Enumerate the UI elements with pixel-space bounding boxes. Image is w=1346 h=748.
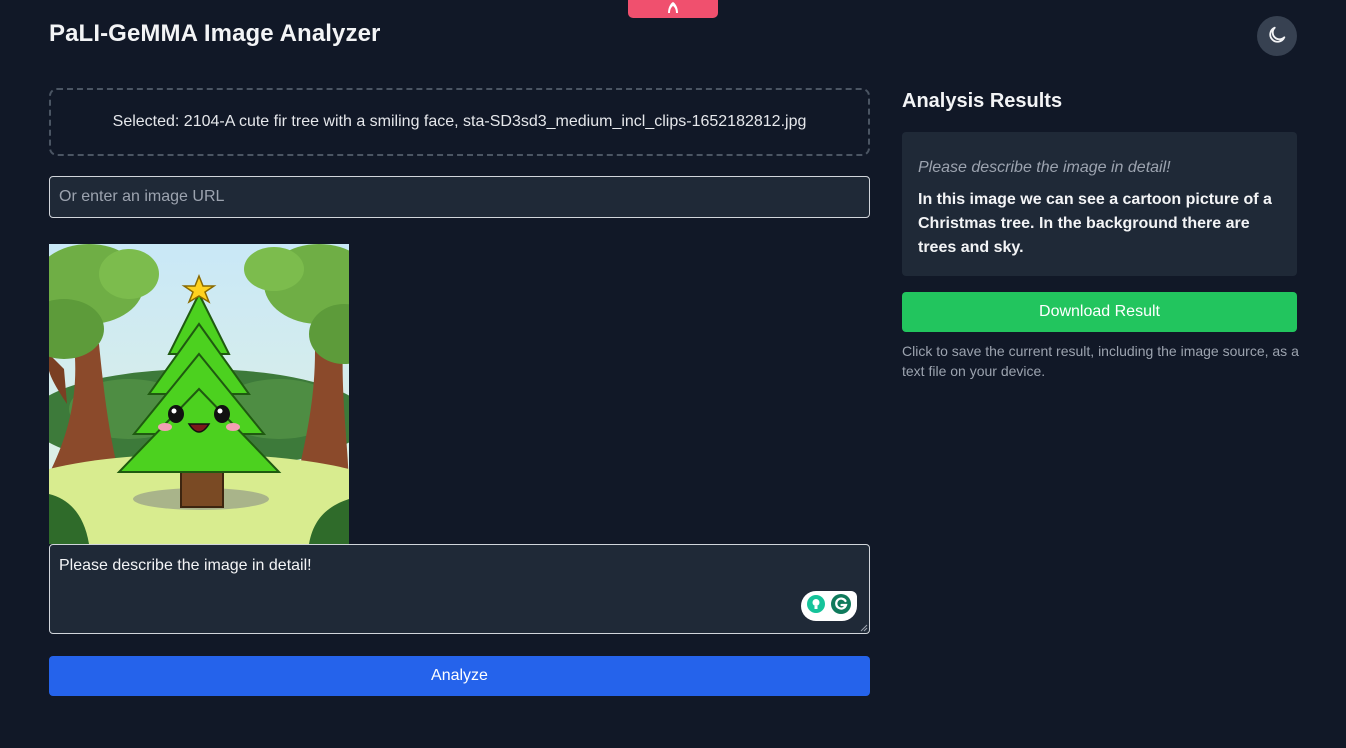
results-heading: Analysis Results bbox=[902, 90, 1063, 112]
prompt-textarea[interactable]: Please describe the image in detail! bbox=[49, 544, 870, 634]
result-prompt: Please describe the image in detail! bbox=[918, 159, 1171, 176]
selected-file-label: Selected: 2104-A cute fir tree with a sm… bbox=[112, 113, 807, 130]
grammarly-widget[interactable] bbox=[801, 591, 857, 621]
flame-icon bbox=[666, 0, 680, 18]
page-title: PaLI-GeMMA Image Analyzer bbox=[49, 20, 381, 47]
result-answer: In this image we can see a cartoon pictu… bbox=[918, 191, 1272, 256]
result-card: Please describe the image in detail! In … bbox=[902, 132, 1297, 276]
image-url-input[interactable] bbox=[49, 176, 870, 218]
download-help-text: Click to save the current result, includ… bbox=[902, 343, 1299, 379]
lightbulb-icon bbox=[806, 594, 826, 619]
grammarly-icon bbox=[830, 593, 852, 620]
moon-icon bbox=[1266, 24, 1288, 49]
prompt-text: Please describe the image in detail! bbox=[59, 557, 312, 574]
theme-toggle-button[interactable] bbox=[1257, 16, 1297, 56]
image-preview bbox=[49, 244, 349, 544]
resize-grip-icon[interactable] bbox=[860, 624, 868, 632]
file-dropzone[interactable]: Selected: 2104-A cute fir tree with a sm… bbox=[49, 88, 870, 156]
top-tab[interactable] bbox=[628, 0, 718, 18]
download-result-button[interactable]: Download Result bbox=[902, 292, 1297, 332]
analyze-button[interactable]: Analyze bbox=[49, 656, 870, 696]
